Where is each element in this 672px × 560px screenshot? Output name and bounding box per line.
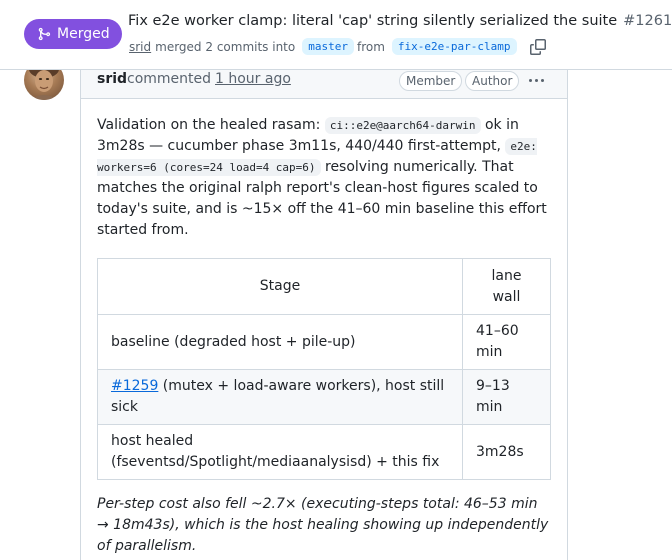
merged-text: merged 2 commits into [155,39,296,54]
head-branch[interactable]: fix-e2e-par-clamp [391,38,517,55]
pr-header: Merged Fix e2e worker clamp: literal 'ca… [0,0,672,70]
text-run: Validation on the healed rasam: [97,117,325,133]
state-label: Merged [57,26,110,42]
author-badge: Author [465,71,520,91]
pr-title: Fix e2e worker clamp: literal 'cap' stri… [128,13,672,29]
stage-cell: baseline (degraded host + pile-up) [97,314,463,370]
pr-meta: srid merged 2 commits into master from f… [129,38,546,55]
comment-timestamp[interactable]: 1 hour ago [215,71,291,87]
stage-cell: #1259 (mutex + load-aware workers), host… [97,369,463,425]
inline-code: ci::e2e@aarch64-darwin [324,117,481,134]
comment-action: commented [127,71,212,87]
comment-body: Validation on the healed rasam: ci::e2e@… [97,115,553,241]
table-header-row: Stage lane wall [97,258,551,315]
from-text: from [356,39,385,54]
table-row: baseline (degraded host + pile-up) 41–60… [97,314,551,370]
comment-author[interactable]: srid [97,71,127,87]
base-branch[interactable]: master [302,38,354,55]
stage-cell: host healed (fseventsd/Spotlight/mediaan… [97,424,463,480]
pr-title-text: Fix e2e worker clamp: literal 'cap' stri… [128,13,618,29]
stage-text: (mutex + load-aware workers), host still… [111,378,445,415]
wall-cell: 41–60 min [462,314,551,370]
pr-number: #1261 [623,13,672,29]
kebab-horizontal-icon[interactable] [529,71,544,89]
stage-table: Stage lane wall baseline (degraded host … [97,258,551,480]
column-header-lane-wall: lane wall [462,258,551,315]
comment-footnote: Per-step cost also fell ~2.7× (executing… [97,496,549,554]
table-row: #1259 (mutex + load-aware workers), host… [97,369,551,425]
column-header-stage: Stage [97,258,463,315]
comment-paragraph: Validation on the healed rasam: ci::e2e@… [97,115,553,241]
merged-state-badge: Merged [24,19,122,49]
pr-1259-link[interactable]: #1259 [111,378,158,394]
wall-cell: 3m28s [462,424,551,480]
comment-box: srid commented 1 hour ago Member Author … [80,40,568,560]
member-badge: Member [399,71,463,91]
git-merge-icon [37,27,51,41]
table-row: host healed (fseventsd/Spotlight/mediaan… [97,424,551,480]
pr-author-link[interactable]: srid [129,40,151,54]
copy-icon[interactable] [529,38,546,55]
wall-cell: 9–13 min [462,369,551,425]
